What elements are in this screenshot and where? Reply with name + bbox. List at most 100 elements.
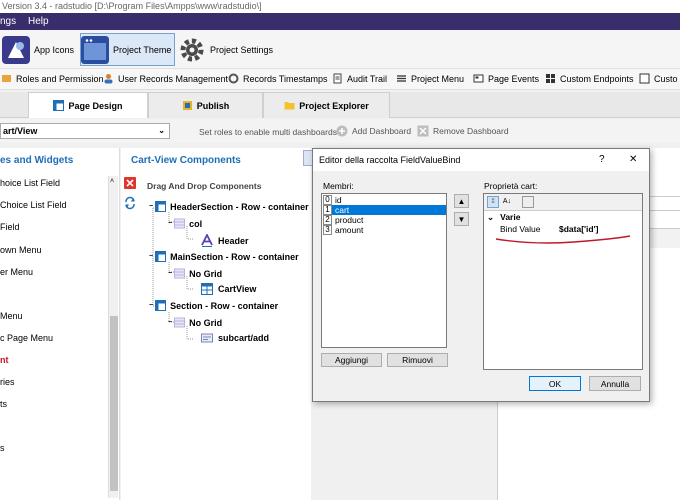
close-button[interactable]: ✕ <box>629 149 637 171</box>
remove-x-icon <box>417 125 429 137</box>
widget-item[interactable]: Field <box>0 222 20 232</box>
widget-item[interactable]: s <box>0 443 5 453</box>
tree-node-label: CartView <box>218 284 257 294</box>
dashboard-select[interactable]: art/View ⌄ <box>0 123 170 139</box>
roles-permission-button[interactable]: Roles and Permission <box>1 73 104 84</box>
tree-node-label: Section - Row - container <box>170 300 279 311</box>
main-toolbar: App Icons Project Theme Project Settings <box>0 30 680 68</box>
sort-alpha-icon[interactable]: A↓ <box>501 196 513 208</box>
widget-item[interactable]: ries <box>0 377 15 387</box>
records-timestamps-button[interactable]: Records Timestamps <box>228 73 328 84</box>
collapse-icon[interactable]: − <box>149 253 153 260</box>
ok-button-label: OK <box>548 378 562 389</box>
tree-node-label: Header <box>218 235 249 246</box>
collapse-icon[interactable]: − <box>168 270 172 277</box>
categorized-icon[interactable]: ⁞⁞ <box>487 196 499 208</box>
property-pages-icon[interactable] <box>522 196 534 208</box>
collapse-chevron-icon[interactable]: ⌄ <box>487 212 494 222</box>
widget-item[interactable]: own Menu <box>0 245 42 255</box>
collapse-icon[interactable]: − <box>149 203 153 210</box>
menu-help[interactable]: Help <box>28 13 49 30</box>
widget-item[interactable]: ts <box>0 399 7 409</box>
widget-item[interactable]: er Menu <box>0 267 33 277</box>
list-item[interactable]: 2 product <box>323 215 446 225</box>
chevron-down-icon: ⌄ <box>158 126 165 135</box>
project-theme-button[interactable]: Project Theme <box>80 33 176 66</box>
remove-dashboard-button[interactable]: Remove Dashboard <box>417 125 509 137</box>
widget-item[interactable]: Choice List Field <box>0 200 67 210</box>
plus-circle-icon <box>336 125 348 137</box>
tab-page-design-label: Page Design <box>68 100 123 111</box>
tree-node-main-section[interactable]: − MainSection - Row - container <box>149 251 299 262</box>
widget-item[interactable]: nt <box>0 355 9 365</box>
dialog-title-bar: Editor della raccolta FieldValueBind ? ✕ <box>313 149 649 171</box>
gear-icon <box>180 38 204 61</box>
collapse-icon[interactable]: − <box>149 302 153 309</box>
dialog-title: Editor della raccolta FieldValueBind <box>319 155 461 165</box>
remove-button[interactable]: Rimuovi <box>387 353 448 367</box>
tree-node-cartview[interactable]: CartView <box>201 283 256 295</box>
widget-item[interactable]: hoice List Field <box>0 178 60 188</box>
property-grid-toolbar: ⁞⁞ A↓ <box>484 194 642 211</box>
page-events-button[interactable]: Page Events <box>473 73 539 84</box>
document-icon <box>333 73 342 84</box>
audit-trail-button[interactable]: Audit Trail <box>332 73 387 84</box>
list-item[interactable]: 3 amount <box>323 225 446 235</box>
row-container-icon <box>155 201 167 212</box>
components-panel: Cart-View Components Drag And Drop Compo… <box>121 148 311 500</box>
move-down-button[interactable]: ▼ <box>454 212 469 226</box>
scroll-up-icon[interactable]: ˄ <box>110 178 114 185</box>
dashboard-row: art/View ⌄ Set roles to enable multi das… <box>0 119 680 143</box>
column-icon <box>174 268 186 279</box>
tab-publish[interactable]: Publish <box>148 92 263 118</box>
properties-label: Proprietà cart: <box>484 181 538 191</box>
cancel-button-label: Annulla <box>600 378 630 389</box>
remove-button-label: Rimuovi <box>402 355 433 365</box>
page-events-label: Page Events <box>488 73 540 84</box>
user-records-button[interactable]: User Records Management <box>103 73 228 84</box>
refresh-icon[interactable] <box>124 196 136 210</box>
cancel-button[interactable]: Annulla <box>589 376 641 391</box>
menu-settings[interactable]: ngs <box>0 13 16 30</box>
tree-node-subcart-add[interactable]: subcart/add <box>201 332 269 344</box>
project-settings-button[interactable]: Project Settings <box>178 33 273 66</box>
arrow-up-icon: ▲ <box>457 196 466 206</box>
category-row[interactable]: ⌄ Varie <box>484 211 642 223</box>
custom-more-button[interactable]: Custo <box>639 73 678 84</box>
endpoints-icon <box>546 74 555 83</box>
widget-item[interactable]: Menu <box>0 311 23 321</box>
custom-more-icon <box>639 73 650 84</box>
project-menu-button[interactable]: Project Menu <box>396 73 464 84</box>
members-list[interactable]: 0 id 1 cart 2 product 3 amount <box>321 193 447 348</box>
list-item[interactable]: 0 id <box>323 195 446 205</box>
tree-node-no-grid[interactable]: − No Grid <box>168 268 222 279</box>
tab-page-design[interactable]: Page Design <box>28 92 148 118</box>
user-records-label: User Records Management <box>118 73 229 84</box>
add-dashboard-button[interactable]: Add Dashboard <box>336 125 411 137</box>
help-button[interactable]: ? <box>599 149 605 171</box>
add-button[interactable]: Aggiungi <box>321 353 382 367</box>
tree-node-col[interactable]: − col <box>168 218 202 229</box>
custom-endpoints-button[interactable]: Custom Endpoints <box>545 73 634 84</box>
collapse-icon[interactable]: − <box>168 319 172 326</box>
tree-node-section[interactable]: − Section - Row - container <box>149 300 278 311</box>
roles-label: Roles and Permission <box>16 73 104 84</box>
widgets-scrollbar-thumb[interactable] <box>110 316 118 491</box>
move-up-button[interactable]: ▲ <box>454 194 469 208</box>
ok-button[interactable]: OK <box>529 376 581 391</box>
tree-node-no-grid[interactable]: − No Grid <box>168 317 222 328</box>
widgets-scrollbar[interactable]: ˄ <box>108 176 118 498</box>
tab-project-explorer[interactable]: Project Explorer <box>263 92 390 118</box>
tree-node-header[interactable]: Header <box>201 234 249 247</box>
row-container-icon <box>155 251 167 262</box>
records-timestamps-label: Records Timestamps <box>243 73 328 84</box>
widget-item[interactable]: c Page Menu <box>0 333 53 343</box>
property-grid: ⁞⁞ A↓ ⌄ Varie Bind Value $data['id'] <box>483 193 643 370</box>
app-icons-button[interactable]: App Icons <box>2 33 74 66</box>
delete-x-icon[interactable] <box>124 177 136 189</box>
components-title: Cart-View Components <box>131 155 241 166</box>
folder-icon <box>284 102 295 110</box>
collapse-icon[interactable]: − <box>168 220 172 227</box>
list-item-selected[interactable]: 1 cart <box>323 205 446 215</box>
tree-node-header-section[interactable]: − HeaderSection - Row - container <box>149 201 309 212</box>
